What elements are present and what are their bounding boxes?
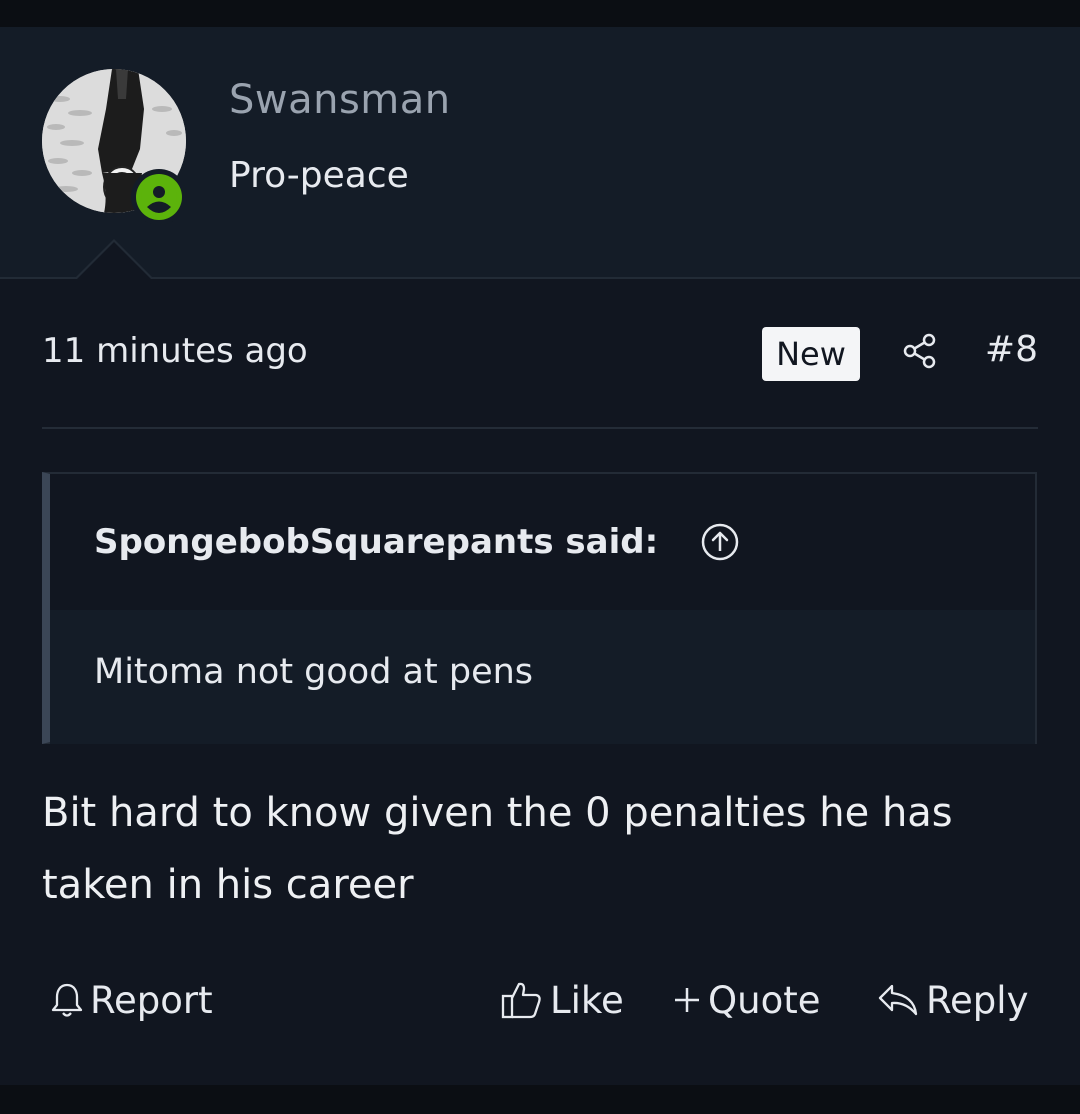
bell-icon: [51, 983, 83, 1017]
quote-block: SpongebobSquarepants said: Mitoma not go…: [42, 472, 1037, 744]
report-button[interactable]: Report: [50, 972, 213, 1028]
quote-text: Mitoma not good at pens: [94, 652, 534, 692]
quote-body: Mitoma not good at pens: [50, 610, 1035, 744]
plus-icon: [675, 988, 699, 1012]
quote-button[interactable]: Quote: [672, 972, 820, 1028]
like-button[interactable]: Like: [500, 972, 624, 1028]
quote-label: Quote: [708, 978, 821, 1022]
like-label: Like: [550, 978, 624, 1022]
forum-post: Swansman Pro-peace 11 minutes ago New #8…: [0, 27, 1080, 1085]
share-icon[interactable]: [900, 331, 940, 371]
reply-icon: [878, 984, 918, 1016]
user-header: Swansman Pro-peace: [0, 27, 1080, 279]
quote-header: SpongebobSquarepants said:: [50, 474, 1035, 610]
top-bar: [0, 0, 1080, 27]
bottom-bar: [0, 1085, 1080, 1114]
user-title: Pro-peace: [229, 155, 409, 196]
reply-button[interactable]: Reply: [876, 972, 1028, 1028]
report-label: Report: [90, 978, 213, 1022]
post-actions: Report Like Quote Reply: [0, 972, 1080, 1032]
post-number-link[interactable]: #8: [985, 329, 1038, 370]
reply-label: Reply: [926, 978, 1029, 1022]
post-timestamp[interactable]: 11 minutes ago: [42, 331, 308, 371]
post-meta: 11 minutes ago New #8: [42, 325, 1038, 385]
quote-author[interactable]: SpongebobSquarepants said:: [94, 522, 658, 562]
new-badge: New: [762, 327, 860, 381]
post-message: Bit hard to know given the 0 penalties h…: [42, 790, 953, 908]
arrow-up-circle-icon[interactable]: [700, 522, 740, 562]
user-online-icon: [141, 179, 177, 215]
online-status-badge: [131, 169, 187, 225]
username[interactable]: Swansman: [229, 77, 451, 123]
thumbs-up-icon: [501, 982, 541, 1019]
divider: [42, 427, 1038, 429]
